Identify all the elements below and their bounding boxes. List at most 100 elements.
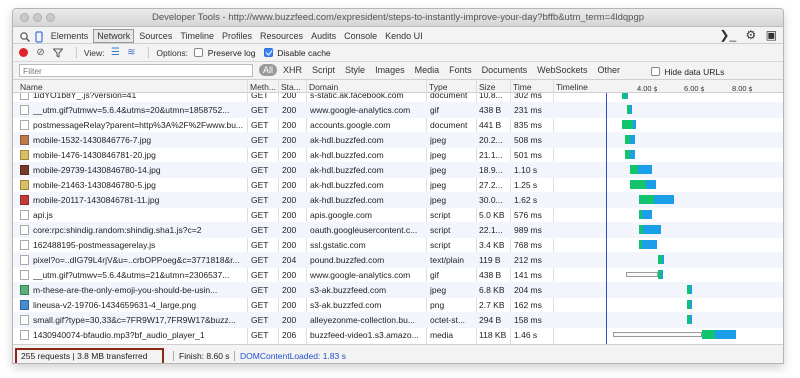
timeline-receiving-bar (662, 255, 664, 264)
document-icon (20, 93, 29, 100)
filter-type-xhr[interactable]: XHR (279, 64, 306, 76)
table-row[interactable]: postmessageRelay?parent=http%3A%2F%2Fwww… (13, 117, 783, 133)
table-row[interactable]: pixel?o=..dIG79L4rjV&u=..crbOPPoeg&c=377… (13, 252, 783, 268)
request-status: 200 (282, 165, 297, 175)
table-row[interactable]: mobile-1476-1430846781-20.jpg GET 200 ak-hd… (13, 147, 783, 163)
request-domain: ak-hdl.buzzfed.com (310, 195, 384, 205)
tab-profiles[interactable]: Profiles (219, 30, 255, 42)
dock-side-icon[interactable]: ▣ (766, 28, 777, 42)
filter-icon[interactable] (52, 48, 64, 58)
table-row[interactable]: 162488195-postmessagerelay.js GET 200 ssl.g… (13, 237, 783, 253)
table-row[interactable]: m-these-are-the-only-emoji-you-should-be… (13, 282, 783, 298)
request-size: 30.0... (479, 195, 503, 205)
console-drawer-icon[interactable]: ❯_ (719, 28, 736, 42)
timeline-queued-bar (613, 332, 702, 337)
table-row[interactable]: __utm.gif?utmwv=5.6.4&utms=21&utmn=23065… (13, 267, 783, 283)
filter-type-fonts[interactable]: Fonts (445, 64, 476, 76)
toolbar-divider (75, 47, 77, 58)
request-type: jpeg (430, 135, 447, 145)
request-type: document (430, 93, 468, 100)
request-type: document (430, 120, 468, 130)
image-icon (20, 285, 29, 295)
filter-type-all[interactable]: All (259, 64, 278, 76)
timeline-queued-bar (626, 272, 659, 277)
filter-type-images[interactable]: Images (371, 64, 409, 76)
device-mode-icon[interactable] (33, 31, 45, 43)
disable-cache-checkbox[interactable] (263, 48, 273, 57)
filter-type-media[interactable]: Media (411, 64, 444, 76)
request-type: script (430, 240, 451, 250)
table-row[interactable]: mobile-20117-1430846781-11.jpg GET 200 ak-h… (13, 192, 783, 208)
request-size: 3.4 KB (479, 240, 505, 250)
list-view-icon[interactable]: ☰ (111, 48, 120, 58)
resource-type-filters: All XHR Script Style Images Media Fonts Documen… (259, 64, 626, 76)
request-method: GET (251, 300, 269, 310)
request-size: 18.9... (479, 165, 503, 175)
request-domain: pound.buzzfed.com (310, 255, 385, 265)
image-icon (20, 195, 29, 205)
column-header-time[interactable]: Time (513, 82, 551, 92)
preserve-log-checkbox[interactable] (194, 48, 204, 57)
column-header-status[interactable]: Sta... (281, 82, 305, 92)
tab-kendo-ui[interactable]: Kendo UI (382, 30, 426, 42)
table-row[interactable]: mobile-21463-1430846780-5.jpg GET 200 ak-hd… (13, 177, 783, 193)
clear-icon[interactable]: ⊘ (36, 48, 44, 58)
request-size: 119 B (479, 255, 501, 265)
request-domain: ak-hdl.buzzfed.com (310, 165, 384, 175)
filter-type-websockets[interactable]: WebSockets (533, 64, 591, 76)
request-time: 1.62 s (514, 195, 538, 205)
table-row[interactable]: mobile-29739-1430846780-14.jpg GET 200 ak-h… (13, 162, 783, 178)
request-status: 200 (282, 210, 297, 220)
tab-audits[interactable]: Audits (308, 30, 339, 42)
filter-type-other[interactable]: Other (594, 64, 625, 76)
request-domain: buzzfeed-video1.s3.amazo... (310, 330, 419, 340)
filter-type-script[interactable]: Script (308, 64, 339, 76)
table-row[interactable]: lineusa-v2-19706-1434659631-4_large.png G… (13, 297, 783, 313)
request-name: 162488195-postmessagerelay.js (33, 240, 156, 250)
request-status: 206 (282, 330, 297, 340)
document-icon (20, 240, 29, 250)
overview-view-icon[interactable]: ≋ (127, 48, 135, 58)
gear-icon[interactable]: ⚙ (746, 28, 757, 42)
table-row[interactable]: 1430940074-bfaudio.mp3?bf_audio_player_1… (13, 327, 783, 343)
record-button[interactable] (19, 48, 28, 57)
request-method: GET (251, 330, 269, 340)
tab-timeline[interactable]: Timeline (177, 30, 217, 42)
column-header-method[interactable]: Meth... (250, 82, 276, 92)
request-size: 438 B (479, 105, 502, 115)
options-label: Options: (156, 47, 189, 58)
filter-type-style[interactable]: Style (341, 64, 369, 76)
column-header-size[interactable]: Size (479, 82, 509, 92)
request-status: 200 (282, 105, 297, 115)
timeline-receiving-bar (642, 240, 657, 249)
request-domain: oauth.googleusercontent.c... (310, 225, 418, 235)
tab-console[interactable]: Console (341, 30, 380, 42)
tab-resources[interactable]: Resources (257, 30, 306, 42)
tab-network[interactable]: Network (93, 29, 135, 43)
request-domain: alleyezonme-collection.bu... (310, 315, 415, 325)
request-time: 576 ms (514, 210, 542, 220)
tab-elements[interactable]: Elements (48, 30, 92, 42)
request-method: GET (251, 195, 269, 205)
request-status: 200 (282, 285, 297, 295)
tab-sources[interactable]: Sources (136, 30, 175, 42)
timeline-tick (750, 86, 751, 92)
request-status: 200 (282, 225, 297, 235)
request-type: jpeg (430, 180, 447, 190)
request-type: script (430, 225, 451, 235)
column-header-domain[interactable]: Domain (309, 82, 425, 92)
table-row[interactable]: small.gif?type=30,33&c=7FR9W17,7FR9W17&b… (13, 312, 783, 328)
table-row[interactable]: mobile-1532-1430846776-7.jpg GET 200 ak-hdl… (13, 132, 783, 148)
table-row[interactable]: api.js GET 200 apis.google.com script 5.0 KB 5… (13, 207, 783, 223)
column-header-timeline[interactable]: Timeline (556, 82, 616, 92)
hide-data-urls-checkbox[interactable] (651, 67, 660, 77)
table-row[interactable]: core:rpc:shindig.random:shindig.sha1.js?… (13, 222, 783, 238)
filter-input[interactable] (19, 64, 253, 77)
table-row[interactable]: __utm.gif?utmwv=5.6.4&utms=20&utmn=18587… (13, 102, 783, 118)
inspect-element-icon[interactable] (19, 31, 31, 43)
request-time: 1.25 s (514, 180, 538, 190)
column-header-type[interactable]: Type (429, 82, 475, 92)
request-status: 200 (282, 240, 297, 250)
column-header-name[interactable]: Name (20, 82, 248, 92)
filter-type-documents[interactable]: Documents (478, 64, 532, 76)
